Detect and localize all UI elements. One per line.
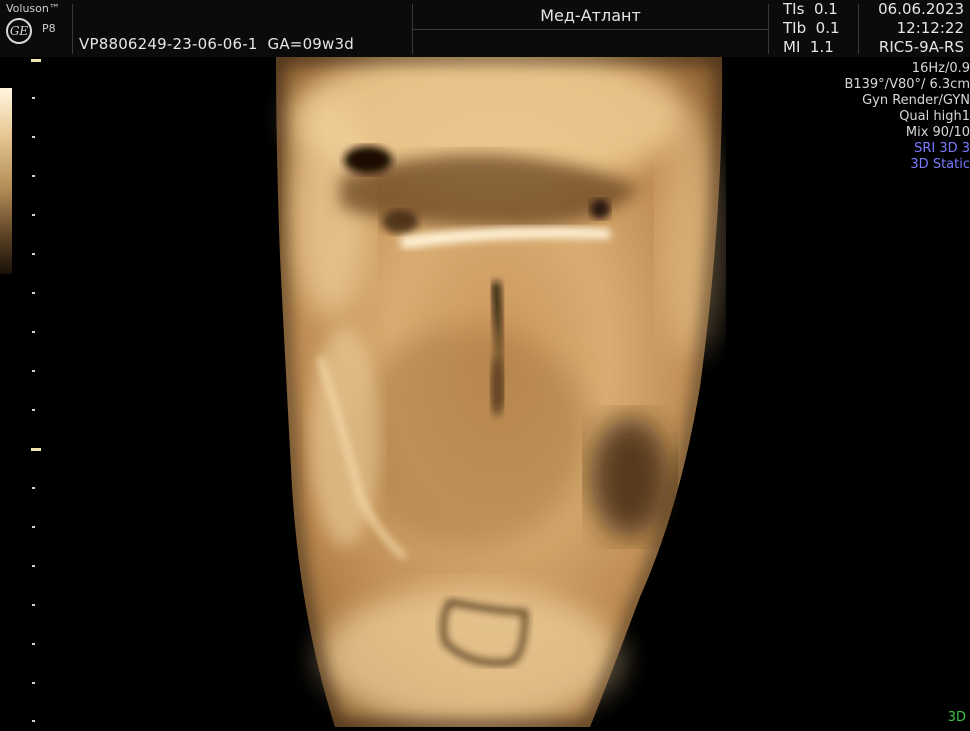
ultrasound-render-svg bbox=[270, 47, 728, 731]
depth-tick bbox=[32, 604, 35, 606]
mix-setting: Mix 90/10 bbox=[905, 125, 970, 140]
depth-tick bbox=[32, 136, 35, 138]
model-label: P8 bbox=[42, 22, 56, 35]
patient-id: VP8806249-23-06-06-1 bbox=[79, 35, 258, 53]
depth-tick bbox=[32, 253, 35, 255]
header-bar: Voluson™ GE P8 VP8806249-23-06-06-1 GA=0… bbox=[0, 0, 970, 57]
depth-tick bbox=[32, 370, 35, 372]
tib-value: TIb 0.1 bbox=[783, 19, 840, 37]
dark-spot-mid bbox=[382, 210, 418, 234]
frame-rate: 16Hz/0.9 bbox=[911, 61, 970, 76]
depth-tick bbox=[32, 487, 35, 489]
depth-tick bbox=[32, 526, 35, 528]
ultrasound-3d-render-image[interactable] bbox=[0, 47, 970, 731]
date: 06.06.2023 bbox=[878, 0, 964, 18]
time: 12:12:22 bbox=[896, 19, 964, 37]
mi-value: MI 1.1 bbox=[783, 38, 834, 56]
depth-tick bbox=[32, 720, 35, 722]
depth-tick bbox=[32, 409, 35, 411]
quality-setting: Qual high1 bbox=[899, 109, 970, 124]
dark-spot-right bbox=[590, 199, 610, 219]
header-divider bbox=[858, 4, 859, 54]
depth-tick bbox=[32, 331, 35, 333]
render-preset: Gyn Render/GYN bbox=[862, 93, 970, 108]
brand-label: Voluson™ bbox=[6, 2, 60, 15]
depth-tick-major bbox=[31, 59, 41, 62]
gestational-age: GA=09w3d bbox=[267, 35, 354, 53]
mode-indicator-3d: 3D bbox=[947, 710, 966, 725]
volume-angles: B139°/V80°/ 6.3cm bbox=[844, 77, 970, 92]
sri-setting: SRI 3D 3 bbox=[914, 141, 970, 156]
depth-tick bbox=[32, 214, 35, 216]
depth-scale bbox=[0, 57, 46, 727]
probe-name: RIC5-9A-RS bbox=[878, 38, 964, 56]
depth-tick bbox=[32, 97, 35, 99]
header-divider bbox=[768, 4, 769, 54]
depth-tick bbox=[32, 175, 35, 177]
depth-tick bbox=[32, 292, 35, 294]
depth-tick bbox=[32, 565, 35, 567]
dark-spot-left bbox=[344, 146, 392, 174]
depth-tick-major bbox=[31, 448, 41, 451]
date-time-probe: 06.06.2023 12:12:22 RIC5-9A-RS bbox=[878, 0, 964, 57]
clinic-name: Мед-Атлант bbox=[540, 6, 641, 25]
acquisition-mode: 3D Static bbox=[910, 157, 970, 172]
acquisition-info-panel: 16Hz/0.9 B139°/V80°/ 6.3cm Gyn Render/GY… bbox=[844, 61, 970, 173]
depth-tick bbox=[32, 682, 35, 684]
tis-value: TIs 0.1 bbox=[783, 0, 838, 18]
depth-tick bbox=[32, 643, 35, 645]
mid-tissue-shade bbox=[350, 327, 590, 547]
right-dark-region bbox=[590, 417, 670, 537]
header-divider bbox=[413, 29, 768, 30]
safety-indices: TIs 0.1 TIb 0.1 MI 1.1 bbox=[783, 0, 840, 57]
header-divider bbox=[72, 4, 73, 54]
ge-logo-icon: GE bbox=[6, 18, 32, 44]
patient-info: VP8806249-23-06-06-1 GA=09w3d bbox=[79, 35, 354, 53]
